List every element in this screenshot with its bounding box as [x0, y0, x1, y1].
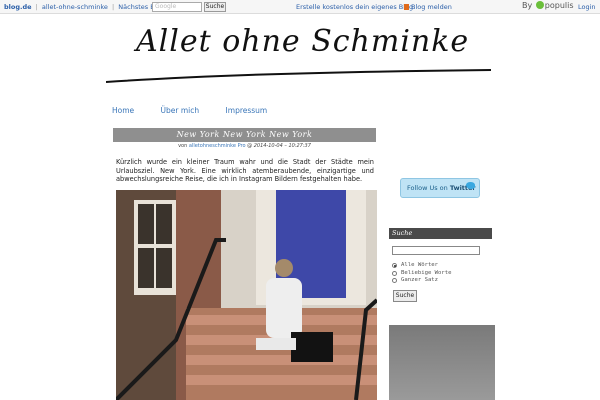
post-photo[interactable] — [116, 190, 377, 400]
login-link[interactable]: Login — [578, 3, 596, 11]
sidebar-widget-box — [389, 325, 495, 400]
twitter-text: Follow Us on — [407, 184, 448, 192]
report-blog-link[interactable]: Blog melden — [404, 3, 452, 11]
search-options: Alle Wörter Beliebige Worte Ganzer Satz — [392, 262, 452, 285]
google-search-input[interactable]: Google — [152, 2, 202, 12]
breadcrumb: blog.de | allet-ohne-schminke | Nächstes… — [4, 3, 171, 11]
by-label: By — [522, 1, 533, 10]
google-search-button[interactable]: Suche — [204, 2, 226, 12]
separator: | — [112, 3, 115, 11]
radio-icon — [392, 270, 397, 276]
flag-icon — [404, 4, 409, 10]
nav-item-home[interactable]: Home — [112, 106, 134, 115]
top-toolbar: blog.de | allet-ohne-schminke | Nächstes… — [0, 0, 600, 14]
twitter-bird-icon — [466, 182, 475, 189]
meta-prefix: von — [178, 143, 188, 149]
search-option[interactable]: Alle Wörter — [392, 262, 452, 270]
sidebar-search-button[interactable]: Suche — [393, 290, 417, 302]
search-heading: Suche — [389, 228, 492, 239]
nav-item-ueber-mich[interactable]: Über mich — [161, 106, 200, 115]
populis-dot-icon — [535, 1, 544, 9]
post-date: 2014-10-04 – 10:27:37 — [253, 143, 311, 149]
date-prefix: @ — [247, 143, 253, 149]
post-author-link[interactable]: alletohneschminke — [189, 143, 236, 149]
populis-label: populis — [544, 1, 574, 10]
blog-header[interactable]: Allet ohne Schminke — [106, 18, 494, 93]
radio-icon — [392, 263, 397, 268]
search-option[interactable]: Beliebige Worte — [392, 270, 452, 278]
blog-name-link[interactable]: allet-ohne-schminke — [42, 3, 108, 11]
sidebar-search-input[interactable] — [392, 246, 480, 255]
blog-title: Allet ohne Schminke — [136, 24, 470, 59]
separator: | — [35, 3, 38, 11]
main-nav: Home Über mich Impressum — [112, 106, 291, 115]
search-option[interactable]: Ganzer Satz — [392, 277, 452, 285]
twitter-follow-button[interactable]: Follow Us on Twitter — [400, 178, 480, 198]
brand-link[interactable]: blog.de — [4, 3, 32, 11]
radio-icon — [392, 278, 397, 283]
report-blog-label: Blog melden — [411, 3, 452, 11]
pro-badge: Pro — [237, 143, 246, 149]
header-underline — [106, 69, 492, 83]
post-title[interactable]: New York New York New York — [113, 128, 376, 142]
post-body: Kürzlich wurde ein kleiner Traum wahr un… — [116, 158, 374, 184]
search-option-label: Beliebige Worte — [401, 269, 452, 276]
search-option-label: Alle Wörter — [401, 262, 439, 268]
search-option-label: Ganzer Satz — [401, 277, 439, 283]
create-blog-link[interactable]: Erstelle kostenlos dein eigenes Blog — [296, 3, 413, 11]
post-meta: von alletohneschminke Pro @ 2014-10-04 –… — [113, 143, 376, 149]
populis-logo[interactable]: By populis — [522, 1, 574, 10]
nav-item-impressum[interactable]: Impressum — [226, 106, 268, 115]
